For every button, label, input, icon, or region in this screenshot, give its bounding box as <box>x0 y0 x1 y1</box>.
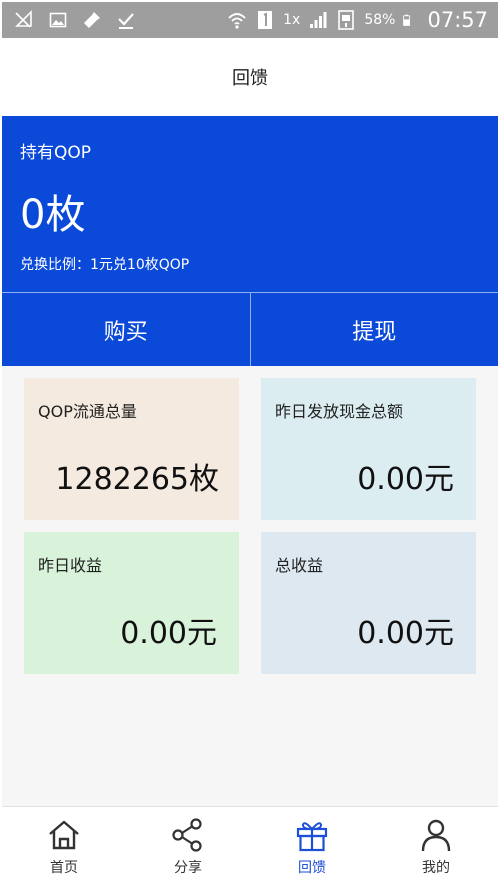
clock: 07:57 <box>427 8 488 32</box>
stat-tile-yesterday-earnings: 昨日收益 0.00元 <box>24 532 239 674</box>
page-header: 回馈 <box>2 38 498 116</box>
wifi-icon <box>228 13 246 29</box>
check-icon <box>118 13 134 29</box>
sim-1-icon <box>258 11 273 29</box>
no-signal-icon <box>15 10 32 28</box>
app-screen: 1x 58% 07:57 回馈 持有QOP 0枚 兑换比例：1元兑10枚QOP … <box>2 2 498 888</box>
nav-label: 分享 <box>174 860 202 876</box>
stat-label: QOP流通总量 <box>38 402 137 421</box>
nav-label: 我的 <box>422 860 450 876</box>
battery-percent: 58% <box>364 12 396 28</box>
withdraw-button[interactable]: 提现 <box>249 293 499 366</box>
nav-label: 回馈 <box>298 860 326 876</box>
share-icon <box>172 818 202 852</box>
buy-button[interactable]: 购买 <box>2 293 250 366</box>
home-icon <box>49 820 79 850</box>
stat-value: 0.00元 <box>357 616 454 651</box>
exchange-rate-text: 兑换比例：1元兑10枚QOP <box>20 257 190 273</box>
status-bar: 1x 58% 07:57 <box>2 2 498 38</box>
stat-value: 0.00元 <box>357 462 454 497</box>
battery-icon <box>403 14 411 26</box>
nav-item-profile[interactable]: 我的 <box>374 807 498 888</box>
stat-value: 0.00元 <box>120 616 217 651</box>
image-icon <box>49 12 67 28</box>
stat-value: 1282265枚 <box>55 462 219 497</box>
signal-icon <box>310 12 327 28</box>
page-title: 回馈 <box>232 68 268 89</box>
status-right-icons: 1x 58% 07:57 <box>227 8 488 32</box>
stat-label: 昨日发放现金总额 <box>275 402 404 421</box>
status-left-icons <box>14 10 136 30</box>
holdings-amount: 0枚 <box>20 192 86 238</box>
action-row: 购买 提现 <box>2 292 498 366</box>
sim-2-icon <box>338 10 355 30</box>
nav-item-home[interactable]: 首页 <box>2 807 126 888</box>
nav-label: 首页 <box>50 860 78 876</box>
stat-label: 昨日收益 <box>38 556 103 575</box>
stat-tile-yesterday-cash: 昨日发放现金总额 0.00元 <box>261 378 476 520</box>
stat-label: 总收益 <box>275 556 324 575</box>
nav-item-feedback[interactable]: 回馈 <box>250 807 374 888</box>
holdings-card: 持有QOP 0枚 兑换比例：1元兑10枚QOP 购买 提现 <box>2 116 498 366</box>
nav-item-share[interactable]: 分享 <box>126 807 250 888</box>
network-type: 1x <box>283 12 301 28</box>
bottom-nav: 首页 分享 回馈 我的 <box>2 806 498 888</box>
stat-tile-total-earnings: 总收益 0.00元 <box>261 532 476 674</box>
flashlight-icon <box>84 12 100 28</box>
holdings-label: 持有QOP <box>20 143 92 163</box>
gift-icon <box>296 822 328 852</box>
stat-tile-circulation: QOP流通总量 1282265枚 <box>24 378 239 520</box>
user-icon <box>421 819 451 852</box>
